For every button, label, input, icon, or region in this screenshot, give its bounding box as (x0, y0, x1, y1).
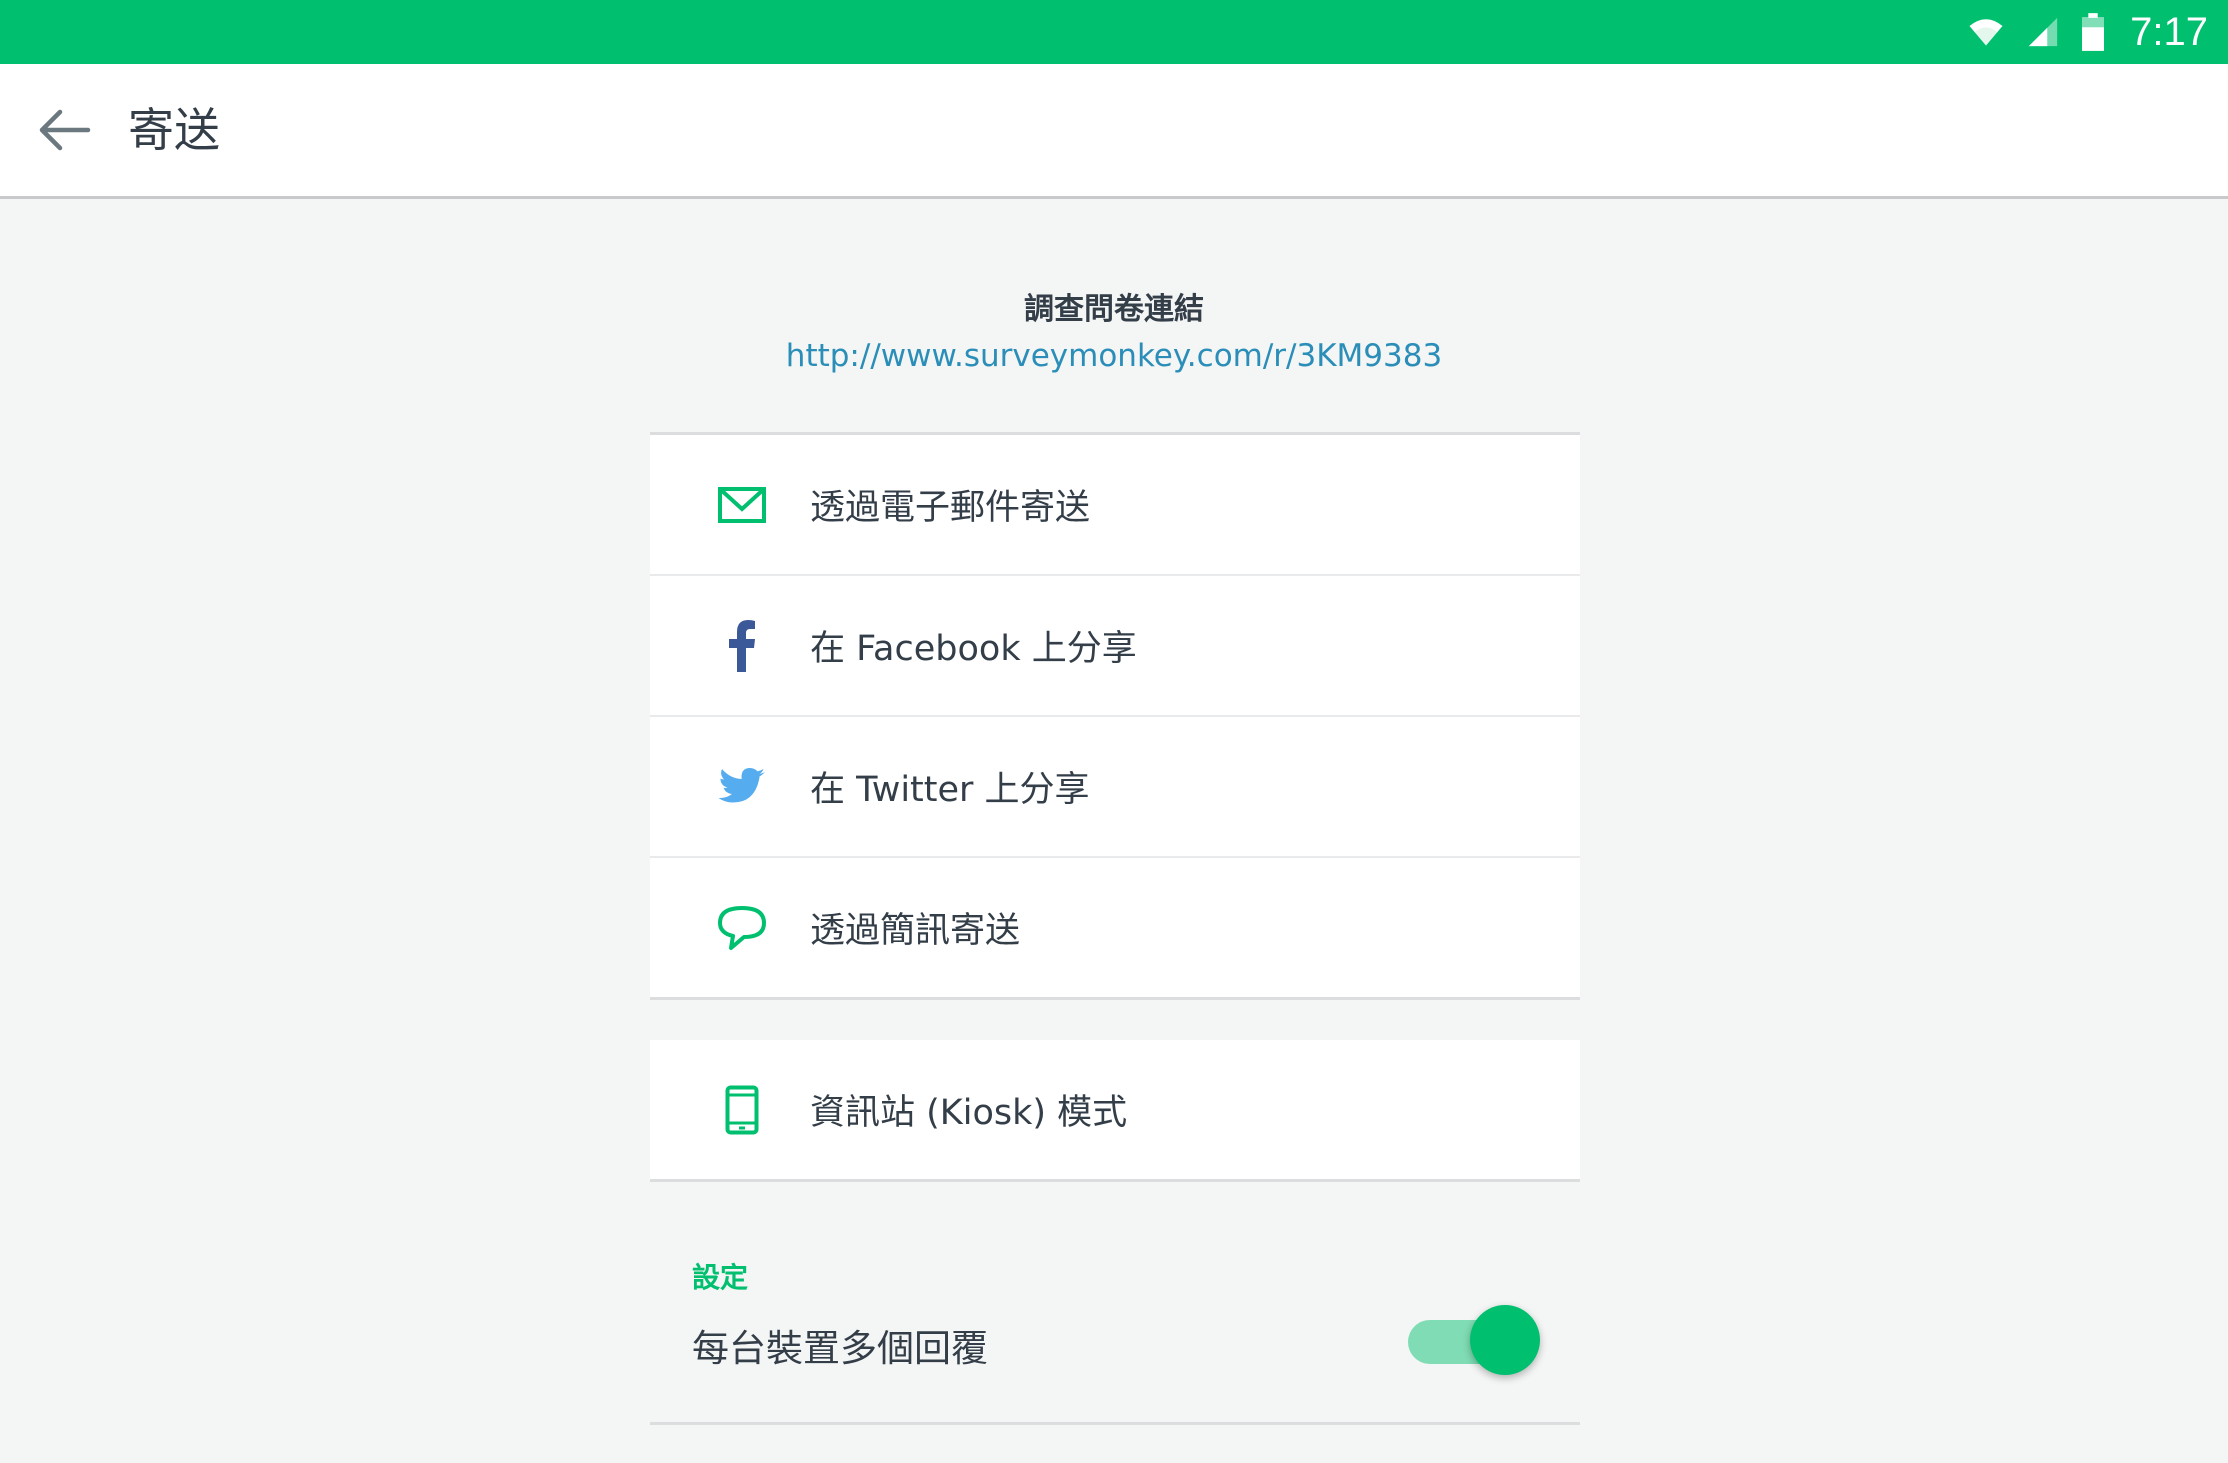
speech-bubble-icon (714, 900, 770, 956)
battery-icon (2082, 13, 2105, 51)
page-title: 寄送 (128, 103, 220, 157)
toggle-thumb (1470, 1305, 1540, 1375)
share-facebook-label: 在 Facebook 上分享 (810, 629, 1137, 669)
back-button[interactable] (34, 104, 94, 156)
share-twitter-label: 在 Twitter 上分享 (810, 770, 1090, 810)
facebook-icon (714, 618, 770, 674)
cell-signal-icon (2026, 15, 2060, 49)
status-bar: 7:17 (0, 0, 2228, 64)
divider (650, 1422, 1580, 1425)
arrow-left-icon (39, 109, 91, 151)
share-email-row[interactable]: 透過電子郵件寄送 (650, 435, 1580, 576)
kiosk-mode-row[interactable]: 資訊站 (Kiosk) 模式 (650, 1040, 1580, 1179)
share-sms-label: 透過簡訊寄送 (810, 911, 1021, 951)
share-twitter-row[interactable]: 在 Twitter 上分享 (650, 717, 1580, 858)
multiple-responses-toggle[interactable] (1408, 1305, 1542, 1377)
survey-link-url[interactable]: http://www.surveymonkey.com/r/3KM9383 (0, 338, 2228, 374)
share-email-label: 透過電子郵件寄送 (810, 488, 1091, 528)
share-sms-row[interactable]: 透過簡訊寄送 (650, 858, 1580, 997)
phone-icon (714, 1082, 770, 1138)
envelope-icon (714, 477, 770, 533)
twitter-icon (714, 759, 770, 815)
multiple-responses-label: 每台裝置多個回覆 (692, 1327, 988, 1370)
share-options-card: 透過電子郵件寄送 在 Facebook 上分享 在 Twitter 上分享 透過… (650, 432, 1580, 1000)
settings-heading: 設定 (692, 1261, 749, 1294)
status-icons: 7:17 (1968, 0, 2208, 64)
wifi-icon (1968, 14, 2004, 50)
app-bar: 寄送 (0, 64, 2228, 199)
status-time: 7:17 (2130, 9, 2208, 54)
share-facebook-row[interactable]: 在 Facebook 上分享 (650, 576, 1580, 717)
kiosk-card: 資訊站 (Kiosk) 模式 (650, 1040, 1580, 1182)
survey-link-label: 調查問卷連結 (1024, 292, 1204, 327)
kiosk-mode-label: 資訊站 (Kiosk) 模式 (810, 1093, 1128, 1133)
